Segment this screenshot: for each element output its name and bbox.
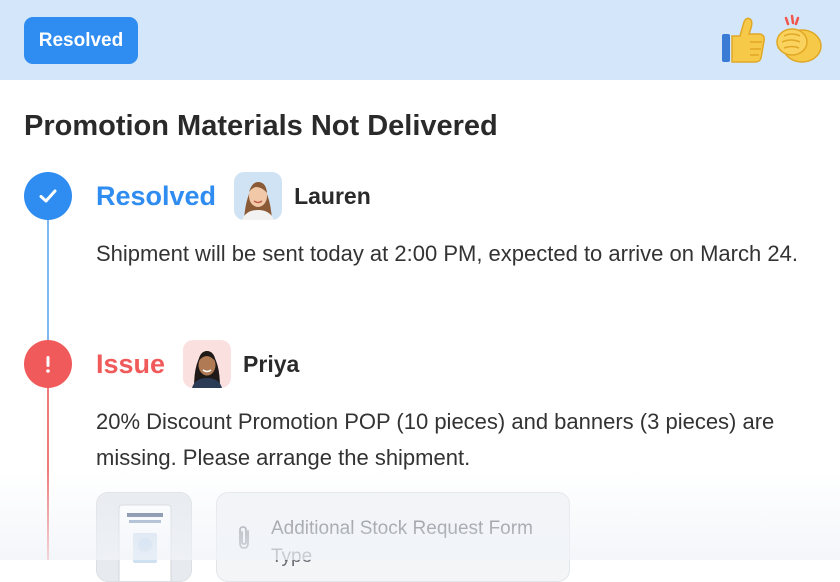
ticket-title: Promotion Materials Not Delivered bbox=[24, 110, 498, 142]
file-name: Additional Stock Request Form Type bbox=[271, 518, 533, 567]
ticket-header: Resolved bbox=[0, 0, 840, 80]
reactions bbox=[720, 14, 822, 66]
entry-status: Issue bbox=[96, 348, 166, 379]
avatar[interactable] bbox=[183, 340, 232, 388]
avatar[interactable] bbox=[234, 172, 283, 220]
file-attachment[interactable]: Additional Stock Request Form Type bbox=[216, 492, 570, 582]
timeline-entry-header: Resolved Lauren bbox=[96, 172, 371, 220]
timeline-connector bbox=[46, 384, 49, 560]
thumbs-up-icon[interactable] bbox=[720, 14, 768, 66]
exclamation-icon bbox=[24, 340, 72, 388]
paperclip-icon bbox=[233, 525, 255, 556]
timeline-connector bbox=[46, 216, 49, 340]
entry-user: Lauren bbox=[294, 182, 371, 209]
entry-message: 20% Discount Promotion POP (10 pieces) a… bbox=[96, 409, 775, 470]
entry-status: Resolved bbox=[96, 180, 217, 211]
image-attachment[interactable] bbox=[96, 492, 192, 582]
entry-user: Priya bbox=[243, 350, 300, 377]
clapping-hands-icon[interactable] bbox=[772, 14, 822, 66]
status-badge: Resolved bbox=[24, 17, 138, 64]
check-icon bbox=[24, 172, 72, 220]
entry-message: Shipment will be sent today at 2:00 PM, … bbox=[96, 241, 798, 266]
timeline-entry-header: Issue Priya bbox=[96, 340, 299, 388]
